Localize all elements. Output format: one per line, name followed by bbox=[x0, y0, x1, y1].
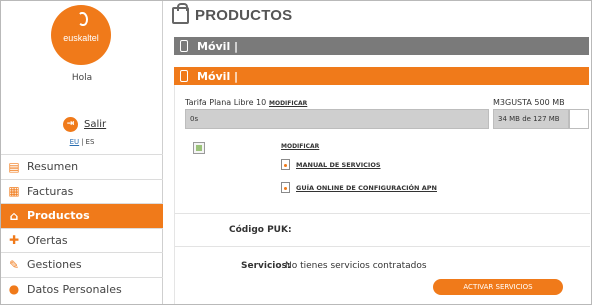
sidebar-item-label: Facturas bbox=[27, 184, 74, 198]
logo-text: euskaltel bbox=[63, 33, 99, 43]
sidebar-item-label: Ofertas bbox=[27, 233, 68, 247]
product-bar-collapsed[interactable]: Móvil | bbox=[174, 37, 589, 55]
lang-es-link[interactable]: ES bbox=[86, 138, 95, 146]
main-content: PRODUCTOS Móvil | Móvil | Tarifa Plana L… bbox=[164, 1, 591, 304]
bag-icon: ⌂ bbox=[9, 208, 19, 223]
sidebar-item-label: Productos bbox=[27, 209, 90, 223]
document-icon bbox=[281, 159, 290, 170]
manual-link-label[interactable]: MANUAL DE SERVICIOS bbox=[296, 161, 381, 169]
data-usage-field: 34 MB de 127 MB bbox=[493, 109, 569, 129]
sidebar-item-label: Datos Personales bbox=[27, 282, 122, 296]
data-plan-name: M3GUSTA 500 MB bbox=[493, 98, 565, 107]
logout-link[interactable]: Salir bbox=[84, 119, 106, 130]
apn-guide-link[interactable]: GUÍA ONLINE DE CONFIGURACIÓN APN bbox=[281, 182, 437, 193]
sidebar-item-facturas[interactable]: ▦ Facturas bbox=[1, 178, 163, 204]
greeting: Hola bbox=[71, 73, 93, 83]
euskaltel-logo[interactable]: euskaltel bbox=[51, 5, 111, 65]
product-bar-expanded[interactable]: Móvil | bbox=[174, 67, 589, 85]
edit-icon: ✎ bbox=[8, 257, 20, 272]
services-label: Servicios: bbox=[241, 261, 291, 271]
product-image bbox=[193, 142, 205, 154]
product-detail-panel: Tarifa Plana Libre 10 MODIFICAR 0s M3GUS… bbox=[174, 85, 590, 304]
modify-link[interactable]: MODIFICAR bbox=[281, 143, 319, 150]
data-usage-remaining-bar bbox=[569, 109, 589, 129]
mobile-phone-icon bbox=[180, 40, 188, 52]
tariff-usage-field: 0s bbox=[185, 109, 489, 129]
lang-eu-link[interactable]: EU bbox=[70, 138, 80, 146]
sidebar-item-ofertas[interactable]: ✚ Ofertas bbox=[1, 227, 163, 253]
logo-mark-icon bbox=[78, 12, 88, 26]
sidebar-item-resumen[interactable]: ▤ Resumen bbox=[1, 154, 163, 179]
activate-services-button[interactable]: ACTIVAR SERVICIOS bbox=[433, 279, 563, 295]
lang-separator: | bbox=[81, 138, 84, 146]
sidebar-item-gestiones[interactable]: ✎ Gestiones bbox=[1, 252, 163, 277]
services-value: No tienes servicios contratados bbox=[285, 261, 427, 271]
logout-icon[interactable]: ⇥ bbox=[63, 116, 78, 132]
divider bbox=[175, 213, 590, 214]
document-icon bbox=[281, 182, 290, 193]
sidebar: euskaltel Hola ⇥ Salir EU | ES ▤ Resumen ▦… bbox=[1, 1, 163, 304]
tariff-modify-link[interactable]: MODIFICAR bbox=[269, 100, 307, 107]
calculator-icon: ▦ bbox=[8, 184, 20, 199]
sidebar-item-label: Gestiones bbox=[27, 258, 82, 272]
apn-guide-link-label[interactable]: GUÍA ONLINE DE CONFIGURACIÓN APN bbox=[296, 184, 437, 192]
product-bar-label: Móvil | bbox=[197, 39, 239, 53]
puk-label: Código PUK: bbox=[229, 225, 292, 235]
shopping-bag-icon bbox=[172, 3, 189, 24]
sidebar-nav: ▤ Resumen ▦ Facturas ⌂ Productos ✚ Ofert… bbox=[1, 154, 163, 301]
logout[interactable]: ⇥ Salir bbox=[63, 116, 106, 132]
sidebar-item-productos[interactable]: ⌂ Productos bbox=[1, 203, 163, 228]
mobile-phone-icon bbox=[180, 70, 188, 82]
page-title: PRODUCTOS bbox=[195, 7, 293, 24]
language-switch: EU | ES bbox=[1, 138, 163, 146]
tariff-name: Tarifa Plana Libre 10 bbox=[185, 98, 267, 107]
product-bar-label: Móvil | bbox=[197, 69, 239, 83]
clipboard-icon: ▤ bbox=[8, 159, 20, 174]
divider bbox=[175, 246, 590, 247]
gift-icon: ✚ bbox=[8, 233, 20, 248]
manual-link[interactable]: MANUAL DE SERVICIOS bbox=[281, 159, 381, 170]
user-icon: ● bbox=[8, 282, 20, 297]
page-header: PRODUCTOS bbox=[172, 3, 293, 24]
sidebar-item-datos-personales[interactable]: ● Datos Personales bbox=[1, 276, 163, 302]
sidebar-item-label: Resumen bbox=[27, 160, 79, 174]
